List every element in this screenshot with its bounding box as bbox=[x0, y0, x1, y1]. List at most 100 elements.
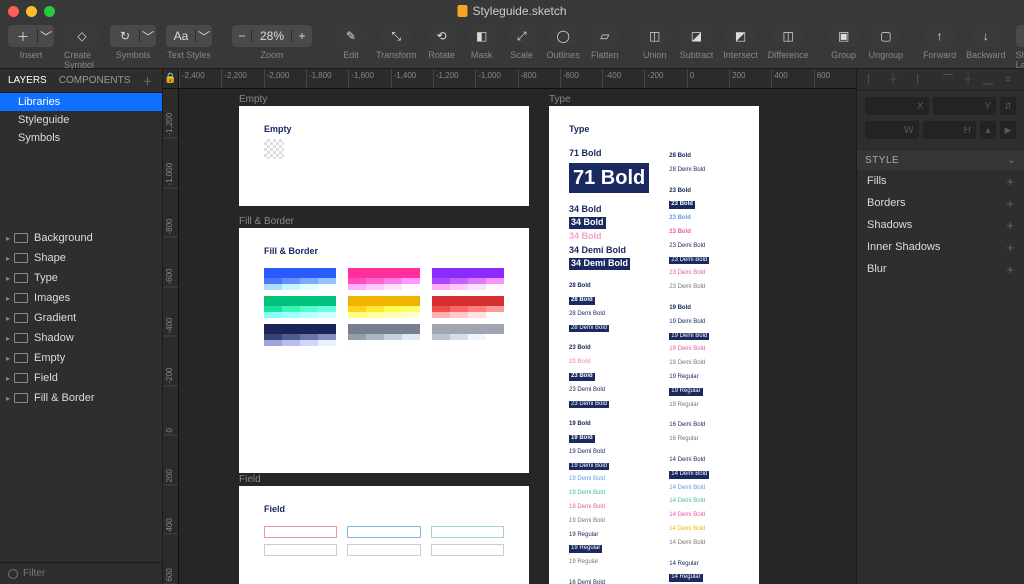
artboard-empty[interactable]: Empty bbox=[239, 106, 529, 206]
align-left-icon[interactable]: ⎸ bbox=[865, 73, 881, 87]
add-border-icon[interactable]: + bbox=[1006, 196, 1014, 211]
layer-fill-border[interactable]: ▸Fill & Border bbox=[0, 389, 162, 407]
add-shadow-icon[interactable]: + bbox=[1006, 218, 1014, 233]
scale-label: Scale bbox=[510, 50, 533, 60]
x-field[interactable]: X bbox=[865, 97, 929, 115]
zoom-window[interactable] bbox=[44, 6, 55, 17]
artboard-label-fill-border[interactable]: Fill & Border bbox=[239, 216, 294, 227]
backward-button[interactable]: ↓ bbox=[971, 25, 1001, 47]
artboard-field[interactable]: Field bbox=[239, 486, 529, 584]
union-label: Union bbox=[643, 50, 667, 60]
left-panel: LAYERS COMPONENTS ＋ ＾ Libraries Stylegui… bbox=[0, 69, 163, 584]
zoom-value[interactable]: 28% bbox=[252, 25, 292, 47]
layer-empty[interactable]: ▸Empty bbox=[0, 349, 162, 367]
layer-images[interactable]: ▸Images bbox=[0, 289, 162, 307]
ungroup-button[interactable]: ▢ bbox=[871, 25, 901, 47]
difference-button[interactable]: ◫ bbox=[773, 25, 803, 47]
symbols-dropdown[interactable]: ﹀ bbox=[140, 25, 156, 47]
inner-shadows-row[interactable]: Inner Shadows+ bbox=[857, 236, 1024, 258]
transform-button[interactable]: ⤡ bbox=[381, 25, 411, 47]
layer-gradient[interactable]: ▸Gradient bbox=[0, 309, 162, 327]
distribute-icon[interactable]: ≡ bbox=[1000, 73, 1016, 87]
tab-components[interactable]: COMPONENTS bbox=[59, 75, 131, 86]
tab-layers[interactable]: LAYERS bbox=[8, 75, 47, 86]
zoom-out-button[interactable]: − bbox=[232, 25, 252, 47]
create-symbol-button[interactable]: ◇ bbox=[64, 25, 100, 47]
artboard-label-type[interactable]: Type bbox=[549, 94, 571, 105]
align-center-h-icon[interactable]: ┼ bbox=[885, 73, 901, 87]
mask-button[interactable]: ◧ bbox=[467, 25, 497, 47]
text-styles-dropdown[interactable]: ﹀ bbox=[196, 25, 212, 47]
fills-row[interactable]: Fills+ bbox=[857, 170, 1024, 192]
layer-shadow[interactable]: ▸Shadow bbox=[0, 329, 162, 347]
minimize-window[interactable] bbox=[26, 6, 37, 17]
forward-label: Forward bbox=[923, 50, 956, 60]
filter-bar[interactable]: Filter bbox=[0, 562, 162, 584]
union-button[interactable]: ◫ bbox=[640, 25, 670, 47]
intersect-button[interactable]: ◩ bbox=[725, 25, 755, 47]
group-button[interactable]: ▣ bbox=[829, 25, 859, 47]
add-page-icon[interactable]: ＋ bbox=[142, 73, 152, 88]
zoom-in-button[interactable]: + bbox=[292, 25, 312, 47]
difference-label: Difference bbox=[768, 50, 809, 60]
artboard-fill-border[interactable]: Fill & Border bbox=[239, 228, 529, 473]
titlebar: Styleguide.sketch bbox=[0, 0, 1024, 22]
lock-position-icon[interactable]: ⇵ bbox=[1000, 97, 1016, 115]
style-section[interactable]: STYLE⌄ bbox=[857, 151, 1024, 170]
page-symbols[interactable]: Symbols bbox=[0, 129, 162, 147]
layer-field[interactable]: ▸Field bbox=[0, 369, 162, 387]
filter-settings-icon[interactable] bbox=[8, 569, 18, 579]
layer-shape[interactable]: ▸Shape bbox=[0, 249, 162, 267]
h-field[interactable]: H bbox=[923, 121, 977, 139]
blur-row[interactable]: Blur+ bbox=[857, 258, 1024, 280]
add-inner-shadow-icon[interactable]: + bbox=[1006, 240, 1014, 255]
insert-dropdown[interactable]: ﹀ bbox=[38, 25, 54, 47]
fill-border-title: Fill & Border bbox=[264, 246, 504, 256]
borders-row[interactable]: Borders+ bbox=[857, 192, 1024, 214]
add-blur-icon[interactable]: + bbox=[1006, 262, 1014, 277]
artboard-type[interactable]: Type 71 Bold71 Bold34 Bold34 Bold34 Bold… bbox=[549, 106, 759, 584]
page-libraries[interactable]: Libraries bbox=[0, 93, 162, 111]
edit-button[interactable]: ✎ bbox=[336, 25, 366, 47]
ruler-lock-icon[interactable]: 🔒 bbox=[163, 69, 179, 88]
canvas[interactable]: Empty Empty Fill & Border Fill & Border … bbox=[179, 89, 856, 584]
rotate-button[interactable]: ⟲ bbox=[427, 25, 457, 47]
page-styleguide[interactable]: Styleguide bbox=[0, 111, 162, 129]
insert-button[interactable]: ＋ bbox=[8, 25, 38, 47]
w-field[interactable]: W bbox=[865, 121, 919, 139]
layer-background[interactable]: ▸Background bbox=[0, 229, 162, 247]
subtract-label: Subtract bbox=[680, 50, 714, 60]
ruler-vertical: -1,200-1,000-800-600-400-2000200400600 bbox=[163, 89, 179, 584]
symbols-button[interactable]: ↻ bbox=[110, 25, 140, 47]
shadows-row[interactable]: Shadows+ bbox=[857, 214, 1024, 236]
artboard-label-field[interactable]: Field bbox=[239, 474, 261, 485]
outlines-label: Outlines bbox=[547, 50, 580, 60]
outlines-button[interactable]: ◯ bbox=[548, 25, 578, 47]
align-right-icon[interactable]: ⎹ bbox=[905, 73, 921, 87]
add-fill-icon[interactable]: + bbox=[1006, 174, 1014, 189]
chevron-down-icon: ⌄ bbox=[1007, 155, 1016, 166]
create-symbol-label: Create Symbol bbox=[64, 50, 100, 70]
flatten-button[interactable]: ▱ bbox=[590, 25, 620, 47]
insert-label: Insert bbox=[20, 50, 43, 60]
canvas-area: 🔒 -2,400-2,200-2,000-1,800-1,600-1,400-1… bbox=[163, 69, 856, 584]
flip-h-icon[interactable]: ▲ bbox=[980, 121, 996, 139]
align-bottom-icon[interactable]: ⎽ bbox=[980, 73, 996, 87]
mask-label: Mask bbox=[471, 50, 493, 60]
scale-button[interactable]: ⤢ bbox=[507, 25, 537, 47]
y-field[interactable]: Y bbox=[933, 97, 997, 115]
forward-button[interactable]: ↑ bbox=[925, 25, 955, 47]
align-top-icon[interactable]: ⎺ bbox=[940, 73, 956, 87]
toolbar: ＋ ﹀ Insert ◇ Create Symbol ↻ ﹀ Symbols A… bbox=[0, 22, 1024, 69]
window-title: Styleguide.sketch bbox=[457, 4, 566, 18]
field-title: Field bbox=[264, 504, 504, 514]
text-styles-label: Text Styles bbox=[167, 50, 211, 60]
flip-v-icon[interactable]: ▶ bbox=[1000, 121, 1016, 139]
layer-type[interactable]: ▸Type bbox=[0, 269, 162, 287]
align-center-v-icon[interactable]: ┼ bbox=[960, 73, 976, 87]
show-layout-button[interactable]: ▥ bbox=[1016, 25, 1024, 47]
artboard-label-empty[interactable]: Empty bbox=[239, 94, 267, 105]
text-styles-button[interactable]: Aa bbox=[166, 25, 196, 47]
subtract-button[interactable]: ◪ bbox=[681, 25, 711, 47]
close-window[interactable] bbox=[8, 6, 19, 17]
